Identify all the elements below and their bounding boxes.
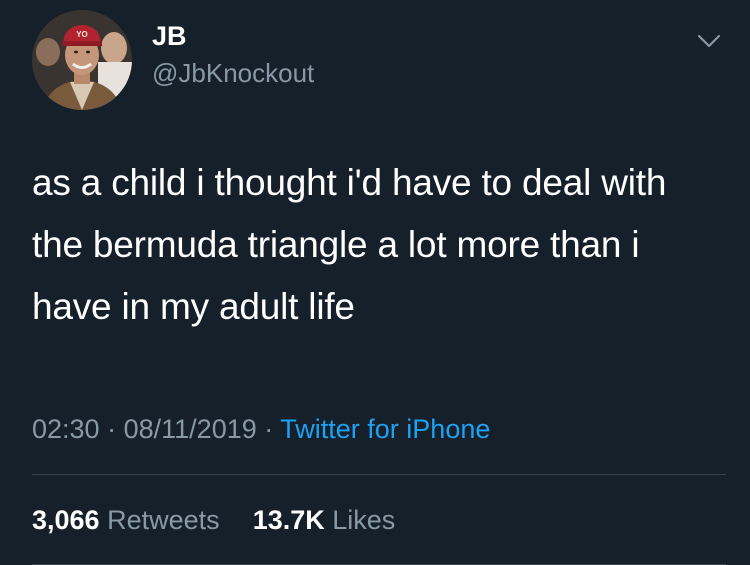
retweets-count: 3,066 (32, 505, 100, 535)
tweet-header: YO JB @JbKnockout (32, 10, 732, 110)
likes-count: 13.7K (252, 505, 325, 535)
user-info: JB @JbKnockout (152, 20, 314, 90)
chevron-down-icon[interactable] (696, 32, 722, 50)
tweet-stats: 3,066 Retweets 13.7K Likes (32, 502, 395, 538)
user-handle[interactable]: @JbKnockout (152, 56, 314, 90)
tweet-card: YO JB @JbKnockout as a child i thought i… (0, 0, 750, 565)
retweets-label: Retweets (107, 505, 220, 535)
tweet-time[interactable]: 02:30 (32, 414, 100, 444)
tweet-text: as a child i thought i'd have to deal wi… (32, 162, 667, 327)
retweets-stat[interactable]: 3,066 Retweets (32, 505, 227, 535)
divider (32, 474, 726, 475)
svg-text:YO: YO (76, 30, 88, 39)
display-name[interactable]: JB (152, 20, 314, 52)
avatar[interactable]: YO (32, 10, 132, 110)
tweet-date[interactable]: 08/11/2019 (124, 414, 257, 444)
likes-stat[interactable]: 13.7K Likes (253, 505, 396, 535)
avatar-photo: YO (32, 10, 132, 110)
meta-separator: · (264, 414, 274, 444)
meta-separator: · (107, 414, 117, 444)
tweet-meta: 02:30 · 08/11/2019 · Twitter for iPhone (32, 411, 490, 447)
likes-label: Likes (332, 505, 396, 535)
tweet-source-link[interactable]: Twitter for iPhone (280, 414, 490, 444)
